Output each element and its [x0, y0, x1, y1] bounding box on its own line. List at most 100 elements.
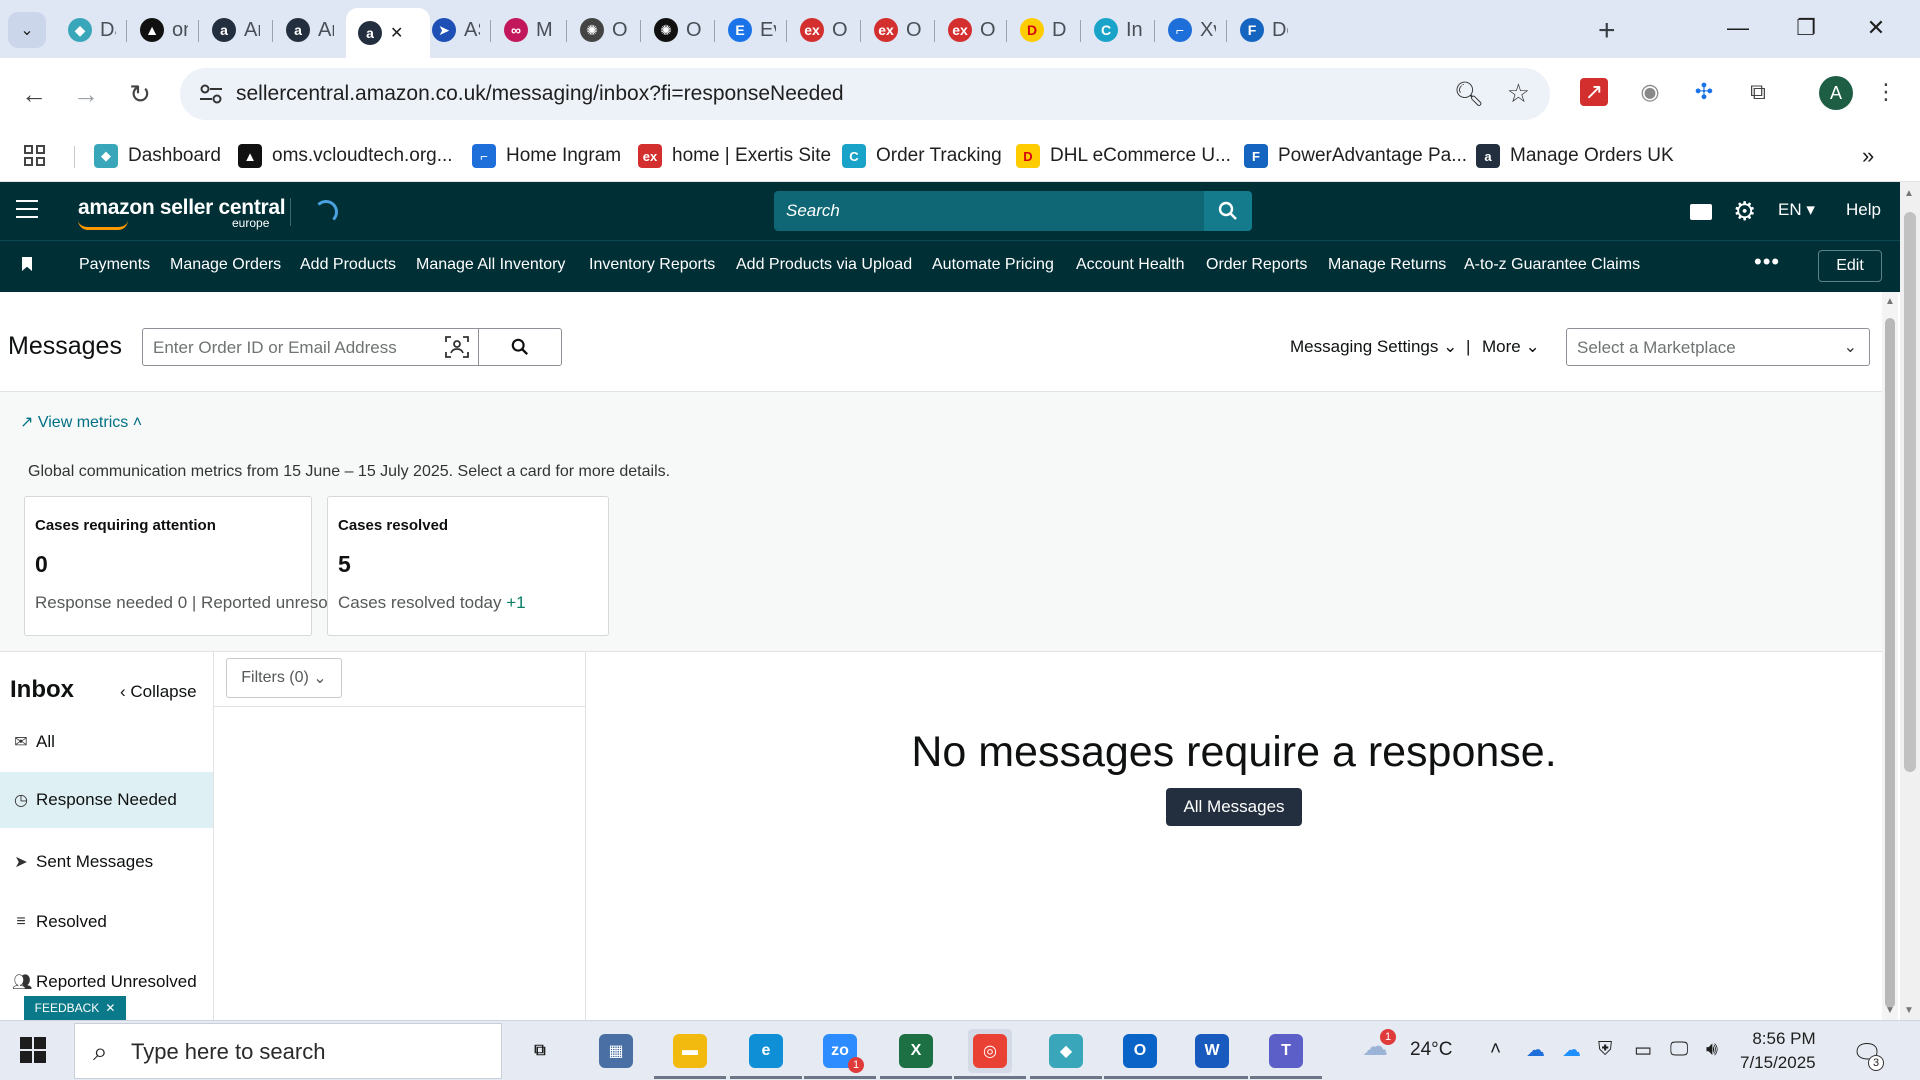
feedback-tab[interactable]: FEEDBACK ✕	[24, 996, 126, 1020]
network-extension-icon[interactable]: ✣	[1686, 74, 1722, 110]
browser-tab[interactable]: ➤ AS	[420, 10, 492, 50]
bookmark-item[interactable]: D DHL eCommerce U...	[1016, 140, 1231, 172]
help-link[interactable]: Help	[1846, 200, 1881, 220]
tab-search-chevron-icon[interactable]: ⌄	[8, 12, 46, 48]
page-scrollbar[interactable]: ▲ ▼	[1882, 292, 1898, 1020]
browser-tab[interactable]: ∞ My	[492, 10, 564, 50]
reload-icon[interactable]: ↻	[120, 74, 160, 114]
browser-tab[interactable]: ⌐ Xv	[1156, 10, 1228, 50]
seller-search-input[interactable]: Search	[774, 191, 1204, 231]
inbox-folder-item[interactable]: ✉ All	[0, 714, 213, 770]
browser-tab[interactable]: ◆ Da	[56, 10, 128, 50]
pinned-bookmark-icon[interactable]	[22, 257, 32, 271]
scroll-up-arrow-icon[interactable]: ▲	[1904, 188, 1914, 199]
browser-tab[interactable]: ▲ on	[128, 10, 200, 50]
apps-grid-icon[interactable]	[24, 140, 46, 172]
taskbar-app-edge[interactable]: e	[730, 1029, 802, 1079]
browser-tab[interactable]: C In	[1082, 10, 1154, 50]
taskbar-app-calculator[interactable]: ▦	[594, 1029, 638, 1073]
order-search-button[interactable]	[478, 328, 562, 366]
nav-link[interactable]: Add Products via Upload	[736, 256, 912, 274]
browser-tab[interactable]: a ✕	[346, 8, 430, 58]
scroll-up-arrow-icon[interactable]: ▲	[1885, 296, 1895, 307]
tray-chevron-up-icon[interactable]: ˄	[1490, 1039, 1501, 1061]
scroll-down-arrow-icon[interactable]: ▼	[1904, 1005, 1914, 1016]
language-selector[interactable]: EN ▾	[1778, 200, 1815, 220]
volume-icon[interactable]: 🔊︎	[1706, 1039, 1718, 1061]
bookmark-item[interactable]: ex home | Exertis Site	[638, 140, 831, 172]
windows-start-icon[interactable]	[20, 1037, 46, 1063]
restore-window-icon[interactable]: ❐	[1780, 10, 1832, 46]
card-cases-resolved[interactable]: Cases resolved 5 Cases resolved today +1	[327, 496, 609, 636]
onedrive-personal-icon[interactable]: ☁	[1562, 1039, 1581, 1062]
bookmark-item[interactable]: ▲ oms.vcloudtech.org...	[238, 140, 453, 172]
taskbar-search-box[interactable]: ⌕ Type here to search	[74, 1023, 502, 1079]
messaging-settings-dropdown[interactable]: Messaging Settings ⌄	[1290, 337, 1457, 357]
zoom-magnifier-icon[interactable]: 🔍︎	[1454, 80, 1484, 109]
nav-link[interactable]: Payments	[79, 256, 150, 274]
forward-arrow-icon[interactable]: →	[66, 74, 106, 114]
battery-icon[interactable]: ▭	[1634, 1039, 1652, 1062]
address-bar[interactable]: sellercentral.amazon.co.uk/messaging/inb…	[180, 68, 1550, 120]
inbox-folder-item[interactable]: ≡ Resolved	[0, 894, 213, 950]
browser-tab[interactable]: E Ev	[716, 10, 788, 50]
browser-tab[interactable]: ✺ OT	[642, 10, 714, 50]
filters-dropdown[interactable]: Filters (0) ⌄	[226, 658, 342, 698]
new-tab-plus-icon[interactable]: +	[1598, 14, 1616, 48]
nav-link[interactable]: Manage Orders	[170, 256, 281, 274]
scroll-down-arrow-icon[interactable]: ▼	[1885, 1005, 1895, 1016]
minimize-window-icon[interactable]: —	[1712, 10, 1764, 46]
taskbar-app-outlook[interactable]: O	[1104, 1029, 1176, 1079]
system-clock[interactable]: 8:56 PM 7/15/2025	[1740, 1027, 1816, 1075]
scan-user-icon[interactable]	[445, 336, 469, 358]
browser-menu-icon[interactable]: ⋮	[1868, 74, 1904, 110]
inbox-folder-item[interactable]: ➤ Sent Messages	[0, 834, 213, 890]
page-scrollbar-thumb[interactable]	[1885, 318, 1895, 1008]
close-icon[interactable]: ✕	[105, 1001, 115, 1015]
mail-envelope-icon[interactable]	[1690, 204, 1712, 220]
all-messages-button[interactable]: All Messages	[1166, 788, 1302, 826]
nav-link[interactable]: Order Reports	[1206, 256, 1307, 274]
site-settings-icon[interactable]	[198, 82, 224, 106]
card-cases-requiring-attention[interactable]: Cases requiring attention 0 Response nee…	[24, 496, 373, 636]
bookmark-star-icon[interactable]: ☆	[1507, 78, 1530, 109]
taskbar-app-file-explorer[interactable]: ▬	[654, 1029, 726, 1079]
browser-tab[interactable]: ex Or	[862, 10, 934, 50]
taskbar-app-word[interactable]: W	[1176, 1029, 1248, 1079]
edit-nav-button[interactable]: Edit	[1818, 250, 1882, 282]
more-bookmarks-chevron-icon[interactable]: »	[1862, 140, 1874, 172]
nav-link[interactable]: A-to-z Guarantee Claims	[1464, 256, 1640, 274]
browser-scrollbar[interactable]: ▲ ▼	[1900, 182, 1920, 1020]
back-arrow-icon[interactable]: ←	[14, 74, 54, 114]
close-window-icon[interactable]: ✕	[1850, 10, 1902, 46]
nav-more-dots-icon[interactable]: •••	[1754, 249, 1780, 275]
more-dropdown[interactable]: More ⌄	[1482, 337, 1540, 357]
url-text[interactable]: sellercentral.amazon.co.uk/messaging/inb…	[236, 82, 844, 106]
seller-search-button[interactable]	[1204, 191, 1252, 231]
browser-tab[interactable]: D DH	[1008, 10, 1080, 50]
close-tab-icon[interactable]: ✕	[390, 23, 403, 43]
globe-extension-icon[interactable]: ◉	[1632, 74, 1668, 110]
settings-gear-icon[interactable]: ⚙	[1733, 196, 1756, 227]
browser-tab[interactable]: a An	[274, 10, 346, 50]
view-metrics-toggle[interactable]: ↗ View metrics ˄	[20, 412, 142, 432]
browser-tab[interactable]: ex Or	[936, 10, 1008, 50]
taskbar-app-excel[interactable]: X	[880, 1029, 952, 1079]
taskbar-app-zoom[interactable]: zo 1	[804, 1029, 876, 1079]
inbox-folder-item[interactable]: ◷ Response Needed	[0, 772, 213, 828]
temperature[interactable]: 24°C	[1410, 1039, 1452, 1061]
taskbar-app-chrome[interactable]: ◎	[954, 1029, 1026, 1079]
nav-link[interactable]: Manage All Inventory	[416, 256, 565, 274]
nav-link[interactable]: Add Products	[300, 256, 396, 274]
pdf-extension-icon[interactable]: ↗	[1580, 78, 1608, 106]
collapse-sidebar-button[interactable]: ‹ Collapse	[120, 682, 197, 702]
extensions-puzzle-icon[interactable]: ⧉	[1740, 74, 1776, 110]
bookmark-item[interactable]: ⌐ Home Ingram	[472, 140, 621, 172]
nav-link[interactable]: Manage Returns	[1328, 256, 1446, 274]
browser-scrollbar-thumb[interactable]	[1904, 212, 1916, 772]
bookmark-item[interactable]: F PowerAdvantage Pa...	[1244, 140, 1467, 172]
browser-tab[interactable]: ✺ Op	[568, 10, 640, 50]
nav-link[interactable]: Account Health	[1076, 256, 1185, 274]
taskbar-app-app-diamond[interactable]: ◆	[1030, 1029, 1102, 1079]
taskbar-app-task-view[interactable]: ⧉	[518, 1029, 562, 1073]
